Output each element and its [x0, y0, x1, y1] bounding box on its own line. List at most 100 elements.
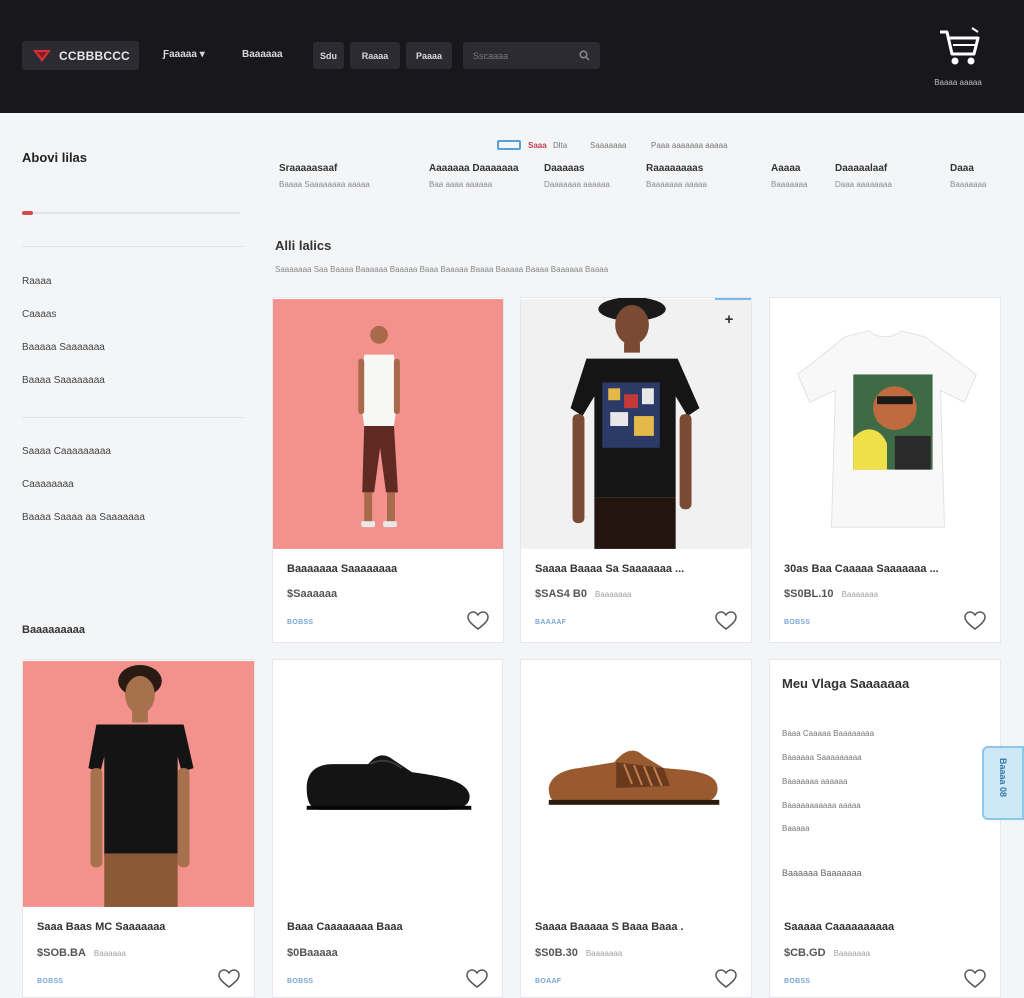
- info-item[interactable]: Baaaaaaa aaaaaa: [782, 777, 847, 786]
- info-item[interactable]: Baaaaaaaaaaa aaaaa: [782, 801, 861, 810]
- product-card[interactable]: Baaa Caaaaaaaa Baaa $0Baaaaa BOBSS: [272, 659, 503, 998]
- sidebar-item[interactable]: Caaaaaaaa: [22, 479, 74, 490]
- product-card[interactable]: + Saaaa Baaaa Sa Saaaaaaa ... $SAS4 B0 Ba…: [520, 297, 752, 643]
- product-tag: BOBSS: [287, 619, 314, 626]
- section-title: Alli lalics: [275, 238, 332, 253]
- search-icon[interactable]: [579, 50, 590, 61]
- sidebar-item[interactable]: Baaaa Saaaa aa Saaaaaaa: [22, 512, 145, 523]
- product-image: [770, 299, 1000, 549]
- heart-icon[interactable]: [964, 611, 986, 631]
- divider: [22, 417, 244, 418]
- heart-icon[interactable]: [715, 611, 737, 631]
- filter-column[interactable]: Aaaaaaa Daaaaaaa Baa aaaa aaaaaa: [429, 163, 519, 189]
- image-tab-indicator: [715, 298, 751, 300]
- heart-icon[interactable]: [466, 969, 488, 989]
- filter-column[interactable]: Aaaaa Baaaaaaa: [771, 163, 807, 189]
- product-price: $SAS4 B0 Baaaaaaa: [535, 588, 632, 600]
- filter-label: Aaaaa: [771, 163, 801, 174]
- sidebar-item[interactable]: Caaaas: [22, 309, 56, 320]
- product-price: $S0B.30 Baaaaaaa: [535, 947, 623, 959]
- product-price: $S0BL.10 Baaaaaaa: [784, 588, 879, 600]
- product-name[interactable]: Saaaaa Caaaaaaaaaa: [784, 921, 973, 933]
- product-price: $0Baaaaa: [287, 947, 338, 959]
- heart-icon[interactable]: [715, 969, 737, 989]
- filter-sublabel: Baaaaaaa: [771, 180, 808, 189]
- info-item[interactable]: Baaa Caaaaa Baaaaaaaa: [782, 729, 874, 738]
- nav-button[interactable]: Sdu: [313, 42, 344, 69]
- filter-column[interactable]: Sraaaaasaaf Baaaa Saaaaaaaa aaaaa: [279, 163, 370, 189]
- filter-label: Raaaaaaaas: [646, 163, 704, 174]
- filter-chip[interactable]: Saaa: [528, 141, 547, 150]
- filter-label: Daaaaalaaf: [835, 163, 888, 174]
- nav-button[interactable]: Raaaa: [350, 42, 400, 69]
- heart-icon[interactable]: [218, 969, 240, 989]
- filter-chip[interactable]: Dlta: [553, 141, 567, 150]
- filter-column[interactable]: Daaaaas Daaaaaaa aaaaaa: [544, 163, 610, 189]
- product-card[interactable]: Saaa Baas MC Saaaaaaa $SOB.BA Baaaaaa BOB…: [22, 659, 255, 998]
- feedback-tab[interactable]: Baaaa 08: [982, 746, 1024, 820]
- product-price: $CB.GD Baaaaaaa: [784, 947, 871, 959]
- product-card[interactable]: 30as Baa Caaaaa Saaaaaaa ... $S0BL.10 Baa…: [769, 297, 1001, 643]
- nav-button[interactable]: Paaaa: [406, 42, 452, 69]
- product-name[interactable]: Baaa Caaaaaaaa Baaa: [287, 921, 475, 933]
- product-name[interactable]: Saaaa Baaaa Sa Saaaaaaa ...: [535, 563, 724, 575]
- product-image: [23, 661, 254, 907]
- sidebar-item[interactable]: Baaaa Saaaaaaaa: [22, 375, 105, 386]
- info-item[interactable]: Baaaaaa Saaaaaaaaa: [782, 753, 862, 762]
- product-tag: BOBSS: [37, 978, 64, 985]
- product-info-card[interactable]: Meu Vlaga Saaaaaaa Baaa Caaaaa Baaaaaaaa…: [769, 659, 1001, 998]
- nav-link[interactable]: Baaaaaa: [242, 49, 283, 60]
- filter-sublabel: Baaaaaaa aaaaa: [646, 180, 707, 189]
- sidebar-item[interactable]: Raaaa: [22, 276, 51, 287]
- product-tag: BOAAF: [535, 978, 562, 985]
- sidebar-item[interactable]: Saaaa Caaaaaaaaa: [22, 446, 111, 457]
- sidebar-progress-fill: [22, 211, 33, 215]
- nav-link-dropdown[interactable]: Ƒaaaaa ▾: [163, 49, 205, 60]
- sidebar-progress: [22, 211, 240, 215]
- filter-column[interactable]: Daaa Baaaaaaa: [950, 163, 986, 189]
- heart-icon[interactable]: [964, 969, 986, 989]
- product-image: [521, 661, 751, 907]
- filter-column[interactable]: Raaaaaaaas Baaaaaaa aaaaa: [646, 163, 707, 189]
- feedback-tab-label: Baaaa 08: [998, 758, 1008, 798]
- heart-icon[interactable]: [467, 611, 489, 631]
- product-image: [273, 299, 503, 549]
- filter-label: Daaa: [950, 163, 974, 174]
- filter-sublabel: Baa aaaa aaaaaa: [429, 180, 493, 189]
- add-icon[interactable]: +: [719, 310, 739, 330]
- product-tag: BOBSS: [784, 978, 811, 985]
- product-price: $Saaaaaa: [287, 588, 338, 600]
- filter-column[interactable]: Daaaaalaaf Daaa aaaaaaaa: [835, 163, 892, 189]
- filter-label: Sraaaaasaaf: [279, 163, 338, 174]
- search-input[interactable]: Sscaaaa: [463, 42, 600, 69]
- filter-label: Daaaaas: [544, 163, 585, 174]
- product-card[interactable]: Baaaaaaa Saaaaaaaa $Saaaaaa BOBSS: [272, 297, 504, 643]
- view-toggle[interactable]: [497, 140, 521, 150]
- filter-sublabel: Daaa aaaaaaaa: [835, 180, 892, 189]
- logo-mark-icon: [33, 49, 51, 62]
- filter-sublabel: Baaaa Saaaaaaaa aaaaa: [279, 180, 370, 189]
- sidebar-heading: Baaaaaaaaa: [22, 624, 86, 636]
- product-card[interactable]: Saaaa Baaaaa S Baaa Baaa . $S0B.30 Baaaaa…: [520, 659, 752, 998]
- filter-sublabel: Daaaaaaa aaaaaa: [544, 180, 610, 189]
- search-placeholder: Sscaaaa: [473, 50, 509, 61]
- info-item[interactable]: Baaaaa: [782, 824, 810, 833]
- brand-logo[interactable]: CCBBBCCC: [22, 41, 139, 70]
- info-card-footer: Baaaaaa Baaaaaaa: [782, 868, 862, 878]
- cart-label: Baaaa aaaaa: [934, 78, 982, 87]
- product-name[interactable]: Saaa Baas MC Saaaaaaa: [37, 921, 226, 933]
- product-image: [273, 661, 502, 907]
- filter-chip[interactable]: Paaa aaaaaaa aaaaa: [651, 141, 728, 150]
- product-name[interactable]: Saaaa Baaaaa S Baaa Baaa .: [535, 921, 724, 933]
- filter-chip[interactable]: Saaaaaaa: [590, 141, 626, 150]
- product-tag: BAAAAF: [535, 619, 567, 626]
- product-name[interactable]: 30as Baa Caaaaa Saaaaaaa ...: [784, 563, 973, 575]
- info-card-title: Meu Vlaga Saaaaaaa: [782, 676, 910, 691]
- product-name[interactable]: Baaaaaaa Saaaaaaaa: [287, 563, 476, 575]
- top-nav-bar: CCBBBCCC Ƒaaaaa ▾ Baaaaaa Sdu Raaaa Paaa…: [0, 0, 1024, 113]
- divider: [22, 246, 244, 247]
- product-image: [521, 298, 751, 549]
- shopping-cart-icon[interactable]: [938, 26, 982, 70]
- sidebar-item[interactable]: Baaaaa Saaaaaaa: [22, 342, 105, 353]
- filter-sublabel: Baaaaaaa: [950, 180, 987, 189]
